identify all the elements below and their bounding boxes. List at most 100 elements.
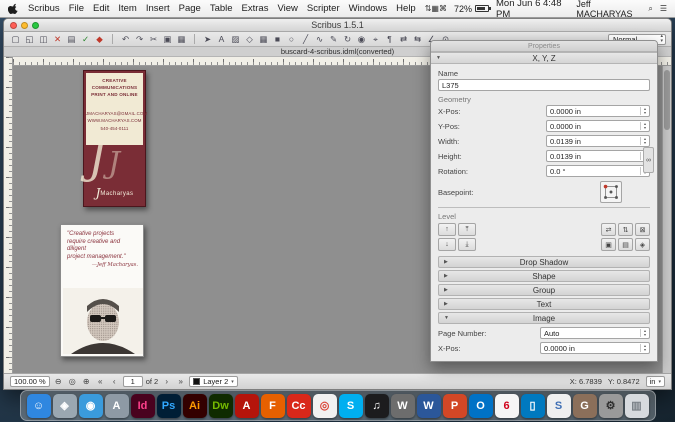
spinner-buttons[interactable]: ▴▾ [640, 122, 649, 130]
dock-safari[interactable]: ◉ [79, 394, 103, 418]
dock-itunes[interactable]: ♫ [365, 394, 389, 418]
page-2-card-back[interactable]: "Creative projects require creative and … [60, 224, 144, 357]
insert-table-icon[interactable]: ▦ [257, 33, 270, 45]
dock-acrobat[interactable]: A [235, 394, 259, 418]
save-document-icon[interactable]: ◫ [37, 33, 50, 45]
enable-printing-button[interactable]: ▤ [618, 238, 633, 251]
first-page-button[interactable]: « [95, 376, 106, 387]
menu-item[interactable]: View [277, 3, 297, 14]
lower-level-button[interactable]: ↓ [438, 238, 456, 251]
menu-item[interactable]: Page [179, 3, 201, 14]
layer-selector[interactable]: Layer 2 ▾ [189, 376, 238, 387]
menu-item[interactable]: Windows [349, 3, 388, 14]
new-document-icon[interactable]: ▢ [9, 33, 22, 45]
flip-horizontal-button[interactable]: ⇄ [601, 223, 616, 236]
insert-text-frame-icon[interactable]: A [215, 33, 228, 45]
zoom-out-button[interactable]: ⊖ [53, 376, 64, 387]
dock-chrome[interactable]: ◎ [313, 394, 337, 418]
x-pos-input[interactable]: 0.0000 in ▴▾ [546, 105, 650, 117]
insert-line-icon[interactable]: ╱ [299, 33, 312, 45]
dock-photoshop[interactable]: Ps [157, 394, 181, 418]
spotlight-search-icon[interactable]: ⌕ [648, 4, 652, 14]
menubar-user-name[interactable]: Jeff MACHARYAS [576, 0, 641, 19]
previous-page-button[interactable]: ‹ [109, 376, 120, 387]
insert-shape-icon[interactable]: ■ [271, 33, 284, 45]
menu-item[interactable]: Help [396, 3, 416, 14]
open-document-icon[interactable]: ◱ [23, 33, 36, 45]
spinner-buttons[interactable]: ▴▾ [640, 107, 649, 115]
zoom-icon[interactable]: ◉ [355, 33, 368, 45]
section-xyz-header[interactable]: ▼ X, Y, Z [431, 52, 657, 64]
link-text-frames-icon[interactable]: ⇄ [397, 33, 410, 45]
dock-outlook[interactable]: O [469, 394, 493, 418]
menu-item[interactable]: Scribus [28, 3, 60, 14]
cut-icon[interactable]: ✂ [147, 33, 160, 45]
vertical-ruler[interactable] [4, 57, 13, 373]
menubar-clock[interactable]: Mon Jun 6 4:48 PM [496, 0, 569, 20]
object-name-input[interactable]: L375 [438, 79, 650, 91]
keyboard-icon[interactable]: ⌘ [439, 4, 447, 13]
dock-skype[interactable]: S [339, 394, 363, 418]
spinner-buttons[interactable]: ▴▾ [640, 137, 649, 145]
raise-level-button[interactable]: ↑ [438, 223, 456, 236]
section-drop-shadow[interactable]: ▶ Drop Shadow [438, 256, 650, 268]
menu-item[interactable]: Edit [93, 3, 109, 14]
insert-image-frame-icon[interactable]: ▨ [229, 33, 242, 45]
next-page-button[interactable]: › [161, 376, 172, 387]
print-document-icon[interactable]: ▤ [65, 33, 78, 45]
dock-wordpress[interactable]: W [391, 394, 415, 418]
section-text[interactable]: ▶ Text [438, 298, 650, 310]
page-1-card-front[interactable]: CREATIVE COMMUNICATIONS PRINT AND ONLINE… [83, 70, 146, 207]
rotate-item-icon[interactable]: ↻ [341, 33, 354, 45]
select-item-icon[interactable]: ➤ [201, 33, 214, 45]
zoom-default-button[interactable]: ◎ [67, 376, 78, 387]
dock-gimp[interactable]: G [573, 394, 597, 418]
undo-icon[interactable]: ↶ [119, 33, 132, 45]
menu-item[interactable]: File [69, 3, 84, 14]
notification-center-icon[interactable]: ☰ [660, 4, 667, 13]
dock-scribus[interactable]: S [547, 394, 571, 418]
zoom-in-button[interactable]: ⊕ [81, 376, 92, 387]
close-document-icon[interactable]: ✕ [51, 33, 64, 45]
menu-item[interactable]: Table [210, 3, 233, 14]
menu-item[interactable]: Scripter [307, 3, 340, 14]
width-input[interactable]: 0.0139 in ▴▾ [546, 135, 650, 147]
dock-finder[interactable]: ☺ [27, 394, 51, 418]
apple-menu-icon[interactable] [8, 3, 19, 14]
dock-trash[interactable]: ▥ [625, 394, 649, 418]
lock-object-button[interactable]: ⊠ [635, 223, 650, 236]
dock-firefox[interactable]: F [261, 394, 285, 418]
insert-bezier-icon[interactable]: ∿ [313, 33, 326, 45]
page-number-selector[interactable]: Auto ▴▾ [540, 327, 650, 339]
copy-icon[interactable]: ▣ [161, 33, 174, 45]
lock-size-button[interactable]: ▣ [601, 238, 616, 251]
raise-to-top-button[interactable]: ⤒ [458, 223, 476, 236]
dock-powerpoint[interactable]: P [443, 394, 467, 418]
image-x-pos-input[interactable]: 0.0000 in ▴▾ [540, 342, 650, 354]
properties-panel-titlebar[interactable]: Properties [431, 41, 657, 52]
dock-indesign[interactable]: Id [131, 394, 155, 418]
dock-dreamweaver[interactable]: Dw [209, 394, 233, 418]
display-icon[interactable]: ▦ [431, 4, 439, 13]
scrollbar-thumb[interactable] [664, 70, 670, 130]
basepoint-selector[interactable] [600, 181, 622, 203]
battery-indicator[interactable]: 72% [454, 4, 489, 14]
dock-word[interactable]: W [417, 394, 441, 418]
dock-system-preferences[interactable]: ⚙ [599, 394, 623, 418]
pdf-options-button[interactable]: ◈ [635, 238, 650, 251]
rotation-input[interactable]: 0.0 ° ▴▾ [546, 165, 650, 177]
unit-selector[interactable]: in ▾ [646, 376, 665, 387]
last-page-button[interactable]: » [175, 376, 186, 387]
constrain-proportions-icon[interactable]: ∞ [643, 147, 654, 173]
dock-illustrator[interactable]: Ai [183, 394, 207, 418]
dock-creative-cloud[interactable]: Cc [287, 394, 311, 418]
dock-calendar[interactable]: 6 [495, 394, 519, 418]
section-shape[interactable]: ▶ Shape [438, 270, 650, 282]
redo-icon[interactable]: ↷ [133, 33, 146, 45]
zoom-level-input[interactable]: 100.00 % [10, 376, 50, 387]
spinner-buttons[interactable]: ▴▾ [640, 344, 649, 352]
window-titlebar[interactable]: Scribus 1.5.1 [4, 19, 671, 32]
section-group[interactable]: ▶ Group [438, 284, 650, 296]
vertical-scrollbar[interactable] [662, 66, 671, 373]
edit-contents-icon[interactable]: ⌖ [369, 33, 382, 45]
